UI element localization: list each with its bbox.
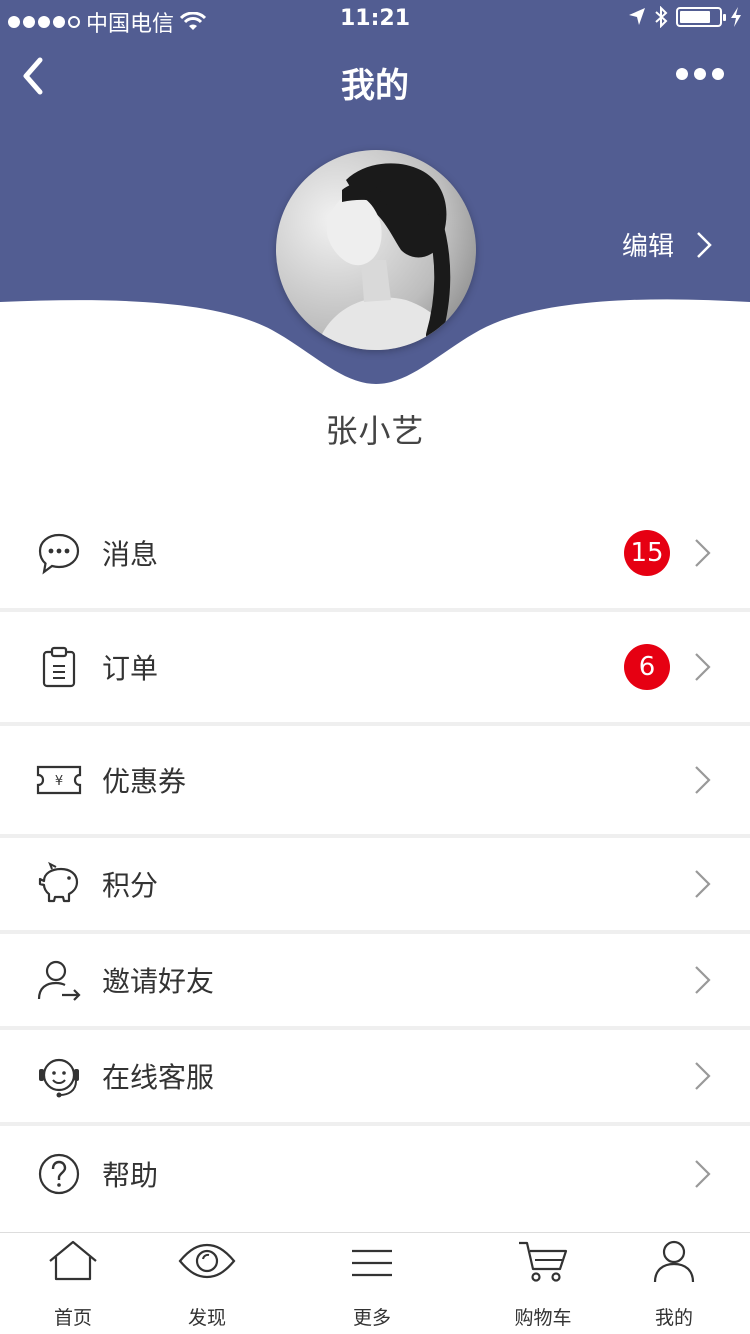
menu-item-coupons[interactable]: ¥ 优惠券 — [0, 726, 750, 838]
menu-label: 帮助 — [102, 1159, 159, 1192]
edit-profile-button[interactable]: 编辑 — [622, 226, 712, 263]
coupon-icon: ¥ — [36, 765, 82, 795]
chevron-right-icon — [695, 966, 711, 994]
home-icon — [49, 1240, 97, 1281]
cart-icon — [519, 1241, 568, 1282]
avatar[interactable] — [276, 150, 476, 350]
menu-label: 积分 — [102, 869, 159, 902]
tab-label: 首页 — [53, 1307, 92, 1329]
tab-label: 我的 — [654, 1307, 693, 1329]
menu-label: 消息 — [102, 538, 159, 571]
chevron-right-icon — [695, 766, 711, 794]
menu-item-customer-service[interactable]: 在线客服 — [0, 1030, 750, 1126]
user-icon — [653, 1240, 695, 1283]
menu-label: 优惠券 — [102, 765, 187, 798]
menu-item-help[interactable]: 帮助 — [0, 1126, 750, 1222]
unread-badge: 6 — [624, 644, 670, 690]
bluetooth-icon — [655, 6, 668, 28]
menu-item-points[interactable]: 积分 — [0, 838, 750, 934]
status-bar: 中国电信 11:21 — [0, 0, 750, 40]
invite-friend-icon — [37, 960, 81, 1001]
menu-label: 邀请好友 — [102, 965, 215, 998]
charging-icon — [731, 7, 741, 27]
chevron-right-icon — [695, 1160, 711, 1188]
menu-label: 在线客服 — [102, 1061, 215, 1094]
customer-service-icon — [39, 1058, 79, 1098]
piggy-bank-icon — [38, 861, 79, 903]
chevron-right-icon — [695, 870, 711, 898]
clipboard-icon — [42, 646, 76, 688]
tab-more[interactable]: 更多 — [317, 1233, 427, 1334]
nav-bar: 我的 — [0, 40, 750, 120]
unread-badge: 15 — [624, 530, 670, 576]
help-icon — [38, 1153, 80, 1195]
tab-mine[interactable]: 我的 — [619, 1233, 729, 1334]
menu-list: 消息 15 订单 6 ¥ 优惠券 积分 邀请好友 在线客服 帮助 — [0, 498, 750, 1222]
menu-lines-icon — [352, 1249, 392, 1277]
tab-cart[interactable]: 购物车 — [488, 1233, 598, 1334]
username: 张小艺 — [325, 412, 425, 450]
chevron-right-icon — [695, 1062, 711, 1090]
profile-page: 中国电信 11:21 我的 编辑 张小艺 消息 15 订单 6 ¥ 优惠券 积分… — [0, 0, 750, 1334]
battery-icon — [676, 7, 726, 27]
tab-label: 购物车 — [514, 1307, 572, 1329]
tab-label: 发现 — [187, 1307, 226, 1329]
menu-item-orders[interactable]: 订单 6 — [0, 612, 750, 726]
menu-item-messages[interactable]: 消息 15 — [0, 498, 750, 612]
edit-label: 编辑 — [621, 232, 674, 262]
avatar-photo — [276, 150, 476, 350]
status-right — [628, 6, 742, 28]
chevron-right-icon — [697, 231, 712, 258]
tab-discover[interactable]: 发现 — [152, 1233, 262, 1334]
tab-home[interactable]: 首页 — [18, 1233, 128, 1334]
svg-text:¥: ¥ — [55, 774, 63, 789]
tab-bar: 首页 发现 更多 购物车 我的 — [0, 1232, 750, 1334]
menu-item-invite-friends[interactable]: 邀请好友 — [0, 934, 750, 1030]
more-icon[interactable] — [676, 68, 724, 80]
location-arrow-icon — [629, 8, 645, 25]
message-icon — [38, 533, 80, 575]
tab-label: 更多 — [352, 1307, 391, 1329]
menu-label: 订单 — [102, 652, 159, 685]
chevron-right-icon — [695, 653, 711, 681]
chevron-right-icon — [695, 539, 711, 567]
page-title: 我的 — [341, 66, 409, 106]
eye-icon — [178, 1243, 236, 1279]
